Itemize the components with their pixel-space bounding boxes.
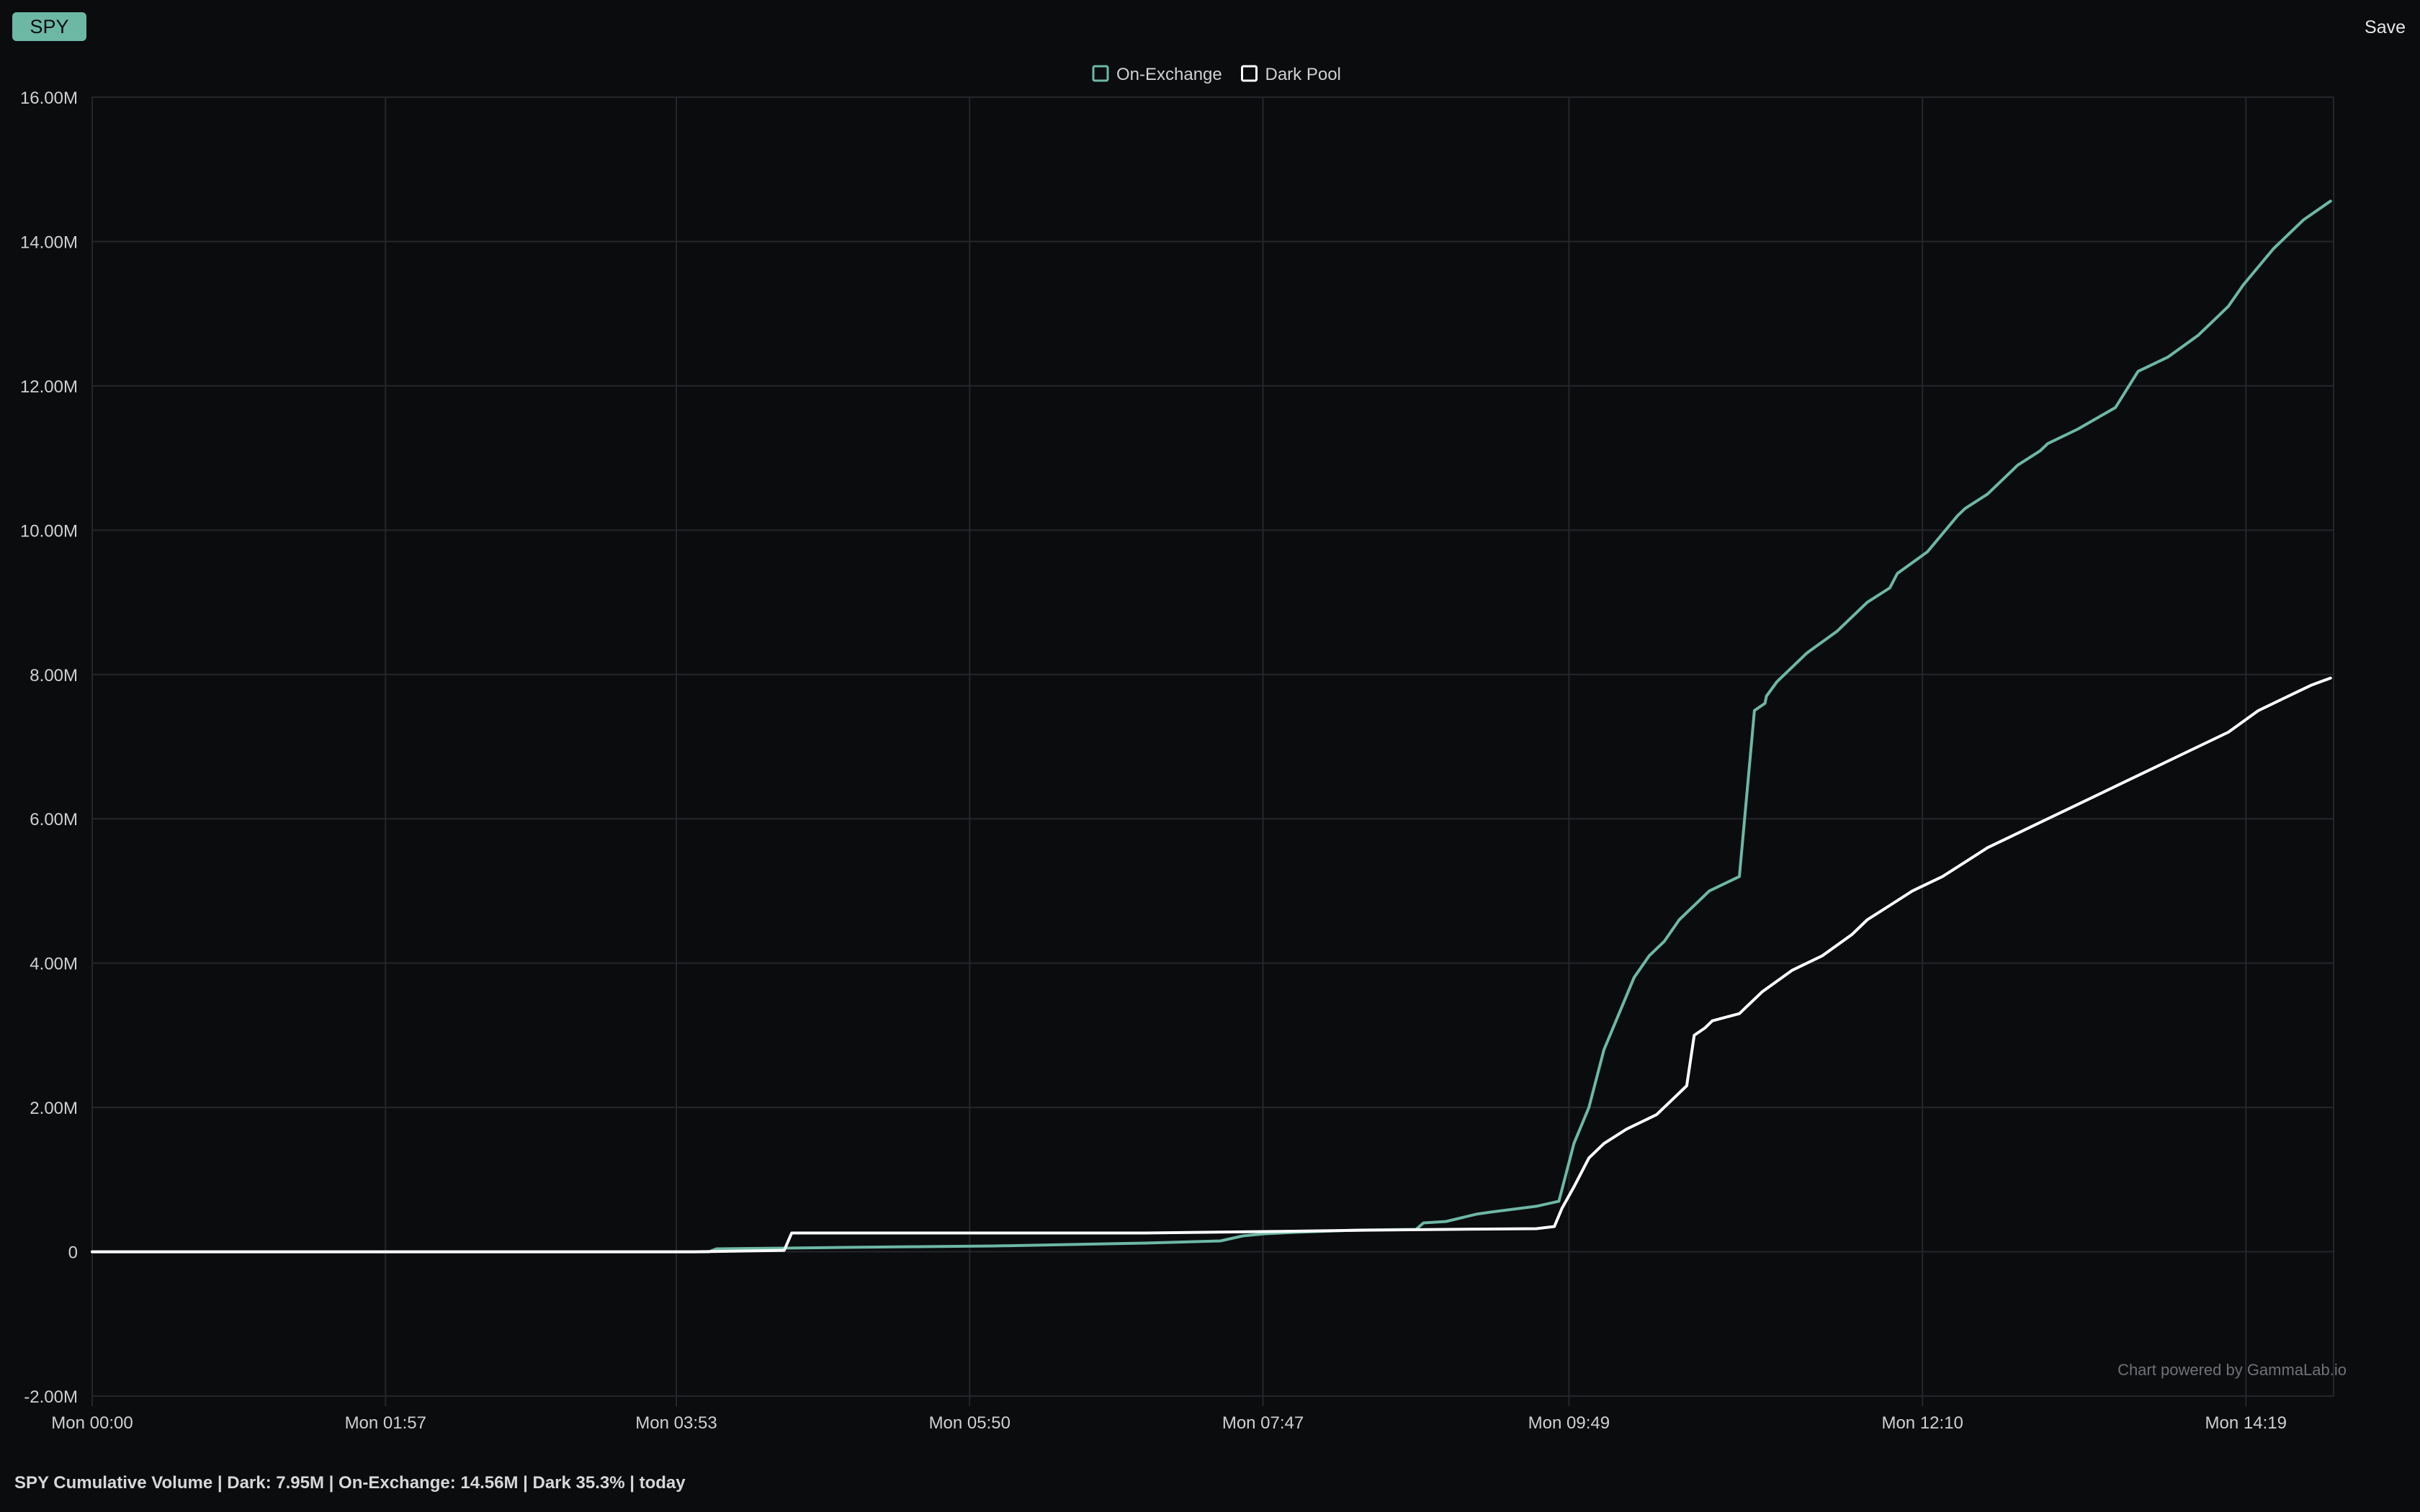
y-tick-label: 16.00M <box>20 89 78 108</box>
y-tick-label: 0 <box>68 1243 78 1263</box>
y-tick-label: 8.00M <box>30 666 78 685</box>
on-exchange-line <box>91 199 2332 1254</box>
legend-swatch <box>1241 65 1258 82</box>
plot-frame <box>91 96 2334 1397</box>
chart-summary-footer: SPY Cumulative Volume | Dark: 7.95M | On… <box>14 1473 686 1493</box>
y-tick-label: 14.00M <box>20 233 78 252</box>
x-tick-label: Mon 05:50 <box>929 1413 1010 1433</box>
x-tick-label: Mon 12:10 <box>1881 1413 1963 1433</box>
y-tick-label: 2.00M <box>30 1099 78 1118</box>
dark-pool-line <box>91 676 2332 1254</box>
cumulative-volume-chart: -2.00M 0 2.00M 4.00M 6.00M 8.00M 10.00M 12.00M 1… <box>20 65 2347 1433</box>
y-tick-label: 4.00M <box>30 955 78 974</box>
legend-label: On-Exchange <box>1116 65 1222 84</box>
y-tick-label: 10.00M <box>20 521 78 541</box>
y-tick-label: -2.00M <box>24 1387 78 1407</box>
x-tick-label: Mon 03:53 <box>635 1413 717 1433</box>
x-tick-label: Mon 14:19 <box>2205 1413 2287 1433</box>
legend-label: Dark Pool <box>1265 65 1341 84</box>
y-tick-label: 12.00M <box>20 377 78 397</box>
x-tick-label: Mon 00:00 <box>51 1413 133 1433</box>
x-tick-label: Mon 01:57 <box>345 1413 426 1433</box>
watermark-text: Chart powered by GammaLab.io <box>2118 1361 2347 1379</box>
x-tick-label: Mon 07:47 <box>1222 1413 1304 1433</box>
y-tick-label: 6.00M <box>30 810 78 829</box>
x-tick-label: Mon 09:49 <box>1528 1413 1610 1433</box>
legend-swatch <box>1092 65 1109 82</box>
